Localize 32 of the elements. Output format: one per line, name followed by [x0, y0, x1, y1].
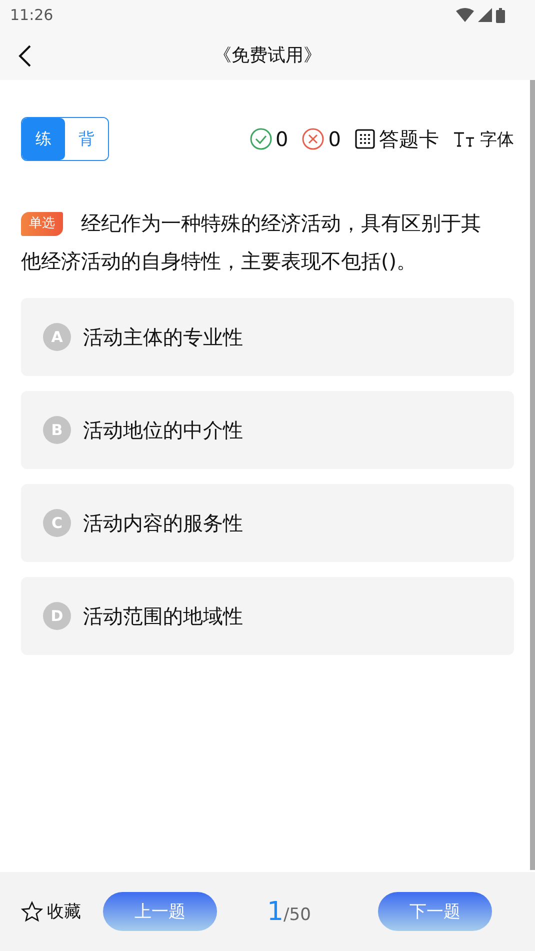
answer-option[interactable]: C 活动内容的服务性 — [21, 484, 514, 562]
page-title: 《免费试用》 — [214, 44, 322, 67]
option-letter: D — [43, 602, 71, 630]
font-label[interactable]: 字体 — [480, 128, 514, 150]
question-text: 单选 经纪作为一种特殊的经济活动，具有区别于其他经济活动的自身特性，主要表现不包括()。 — [21, 210, 482, 275]
mode-tab[interactable]: 练 — [22, 118, 65, 160]
font-size-icon[interactable] — [453, 131, 475, 147]
option-letter: A — [43, 323, 71, 351]
question-type-badge: 单选 — [21, 212, 63, 236]
star-icon[interactable] — [21, 900, 43, 922]
option-text: 活动主体的专业性 — [83, 324, 243, 350]
option-letter: B — [43, 416, 71, 444]
option-text: 活动内容的服务性 — [83, 510, 243, 536]
answer-card-label[interactable]: 答题卡 — [379, 126, 439, 152]
option-text: 活动地位的中介性 — [83, 416, 243, 444]
battery-icon — [496, 8, 505, 22]
current-page: 1 — [267, 896, 284, 926]
grid-icon[interactable] — [355, 129, 375, 149]
option-letter: C — [43, 509, 71, 537]
wifi-icon — [456, 8, 474, 22]
check-circle-icon — [250, 128, 272, 150]
wrong-count: 0 — [328, 127, 341, 151]
option-text: 活动范围的地域性 — [83, 602, 243, 630]
answer-option[interactable]: B 活动地位的中介性 — [21, 391, 514, 469]
signal-icon — [478, 8, 492, 22]
status-time: 11:26 — [10, 6, 54, 24]
answer-option[interactable]: A 活动主体的专业性 — [21, 298, 514, 376]
answer-option[interactable]: D 活动范围的地域性 — [21, 577, 514, 655]
favorite-label[interactable]: 收藏 — [47, 900, 81, 923]
cross-circle-icon — [302, 128, 324, 150]
total-pages: /50 — [284, 904, 311, 924]
correct-count: 0 — [276, 127, 288, 151]
